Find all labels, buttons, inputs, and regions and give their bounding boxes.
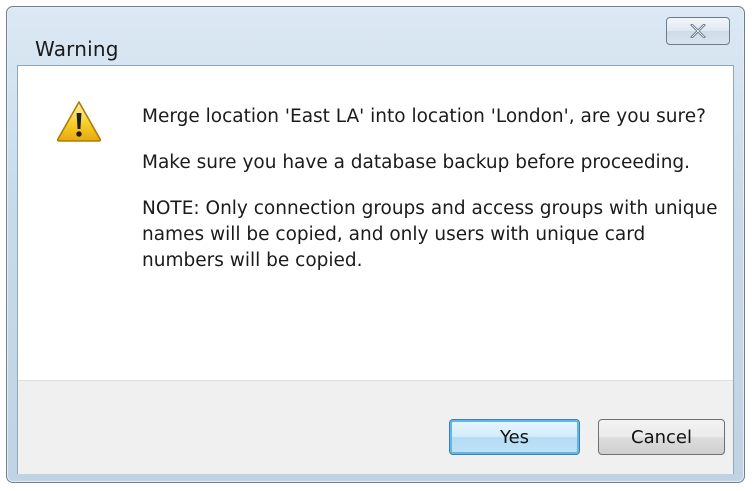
- message-note: NOTE: Only connection groups and access …: [142, 198, 718, 271]
- message-area: Merge location 'East LA' into location '…: [18, 66, 733, 380]
- message-text: Merge location 'East LA' into location '…: [142, 104, 722, 294]
- message-confirm: Merge location 'East LA' into location '…: [142, 106, 706, 127]
- button-bar: Yes Cancel: [18, 380, 733, 474]
- close-icon: [690, 24, 706, 38]
- close-button[interactable]: [666, 17, 730, 45]
- dialog-client-area: Merge location 'East LA' into location '…: [17, 65, 734, 474]
- warning-icon: [56, 101, 102, 142]
- yes-button[interactable]: Yes: [449, 419, 580, 455]
- message-backup: Make sure you have a database backup bef…: [142, 152, 691, 173]
- warning-dialog: Warning Merge location 'East LA' into lo…: [6, 6, 745, 483]
- title-bar[interactable]: Warning: [7, 7, 744, 65]
- window-title: Warning: [35, 37, 119, 61]
- cancel-button[interactable]: Cancel: [598, 419, 725, 455]
